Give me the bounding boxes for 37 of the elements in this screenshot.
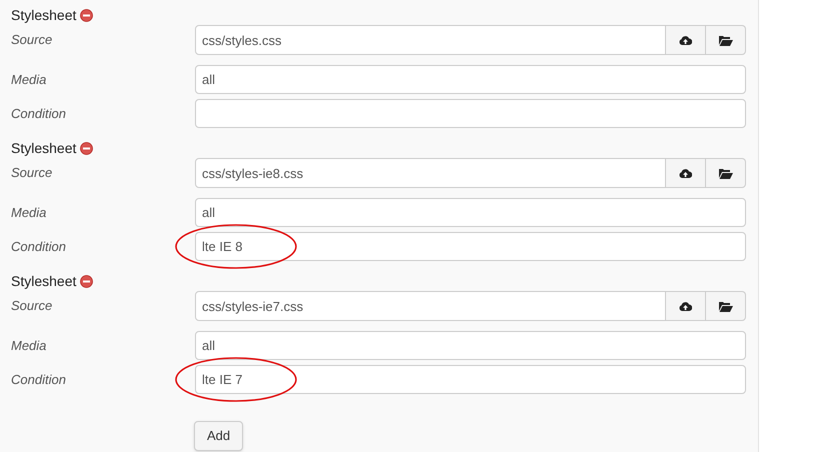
input-field[interactable]: lte IE 8 [195, 232, 746, 261]
upload-button[interactable] [666, 291, 706, 321]
cloud-upload-icon [679, 168, 692, 178]
field-label: Media [10, 70, 48, 89]
field-label: Source [10, 164, 54, 182]
section-heading: Stylesheet [11, 6, 76, 25]
field-label: Source [10, 31, 54, 50]
field-label: Media [10, 204, 48, 222]
folder-icon [718, 168, 732, 178]
field-label: Source [10, 297, 54, 316]
section-heading: Stylesheet [11, 138, 76, 158]
remove-icon[interactable] [80, 8, 94, 22]
field-label: Condition [10, 238, 67, 256]
remove-icon[interactable] [80, 142, 94, 154]
upload-button[interactable] [666, 25, 706, 55]
folder-icon [718, 34, 732, 46]
input-field[interactable]: all [195, 198, 746, 227]
field-label: Media [10, 336, 48, 355]
input-field[interactable] [195, 99, 746, 128]
field-label: Condition [10, 104, 67, 123]
input-field[interactable]: css/styles.css [195, 25, 666, 55]
cloud-upload-icon [679, 300, 692, 312]
folder-icon [718, 300, 732, 312]
input-field[interactable]: css/styles-ie7.css [195, 291, 666, 321]
field-label: Condition [10, 370, 67, 389]
browse-button[interactable] [706, 158, 746, 188]
add-button[interactable]: Add [194, 421, 244, 451]
input-field[interactable]: all [195, 331, 746, 360]
input-field[interactable]: css/styles-ie8.css [195, 158, 666, 188]
remove-icon[interactable] [80, 274, 94, 288]
upload-button[interactable] [666, 158, 706, 188]
input-field[interactable]: all [195, 65, 746, 94]
cloud-upload-icon [679, 34, 692, 46]
browse-button[interactable] [706, 25, 746, 55]
browse-button[interactable] [706, 291, 746, 321]
section-heading: Stylesheet [11, 272, 76, 291]
input-field[interactable]: lte IE 7 [195, 365, 746, 394]
